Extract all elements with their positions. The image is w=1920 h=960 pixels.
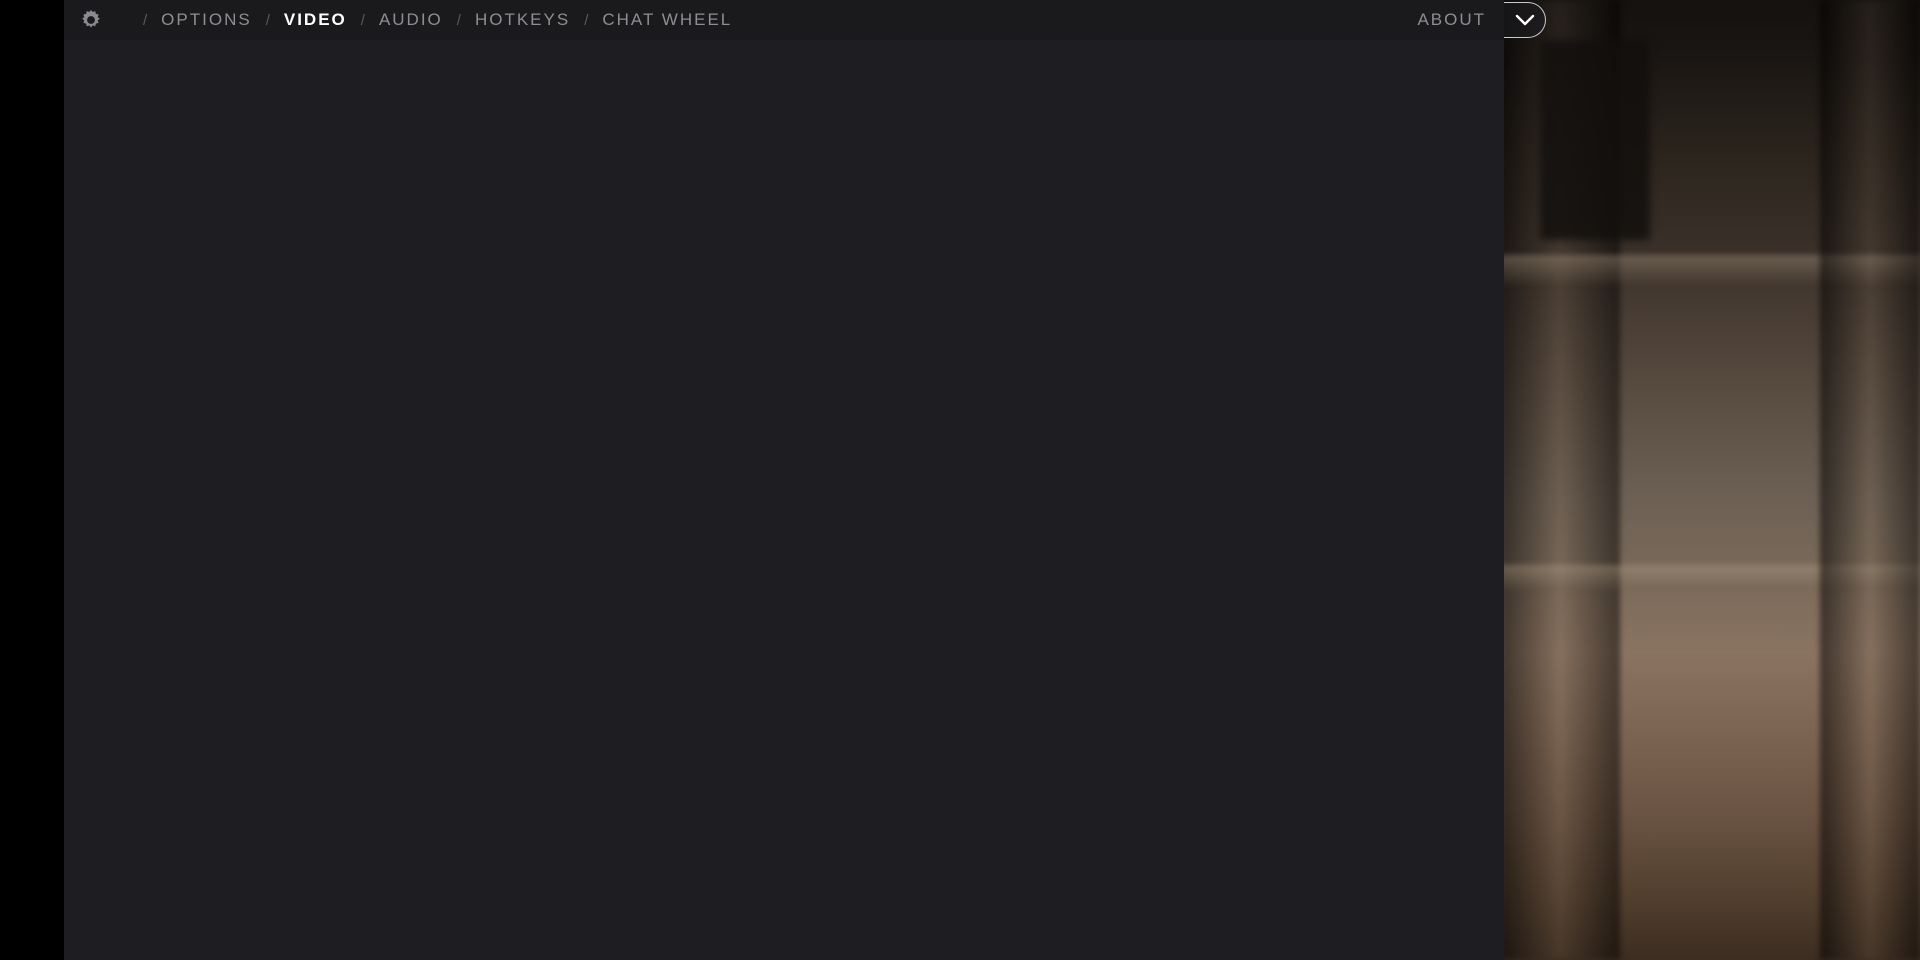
about-section: ABOUT: [1417, 0, 1504, 40]
tab-chat-wheel[interactable]: CHAT WHEEL: [599, 6, 735, 34]
left-letterbox: [0, 0, 64, 960]
nav-separator-2: /: [360, 11, 365, 29]
gear-icon[interactable]: [64, 0, 118, 40]
tab-hotkeys[interactable]: HOTKEYS: [472, 6, 573, 34]
tab-audio[interactable]: AUDIO: [376, 6, 446, 34]
nav-separator-1: /: [265, 11, 270, 29]
tab-video[interactable]: VIDEO: [281, 6, 350, 34]
nav-separator-4: /: [584, 11, 589, 29]
nav-separator-3: /: [456, 11, 461, 29]
settings-screen: / OPTIONS / VIDEO / AUDIO / HOTKEYS / CH…: [0, 0, 1920, 960]
tab-options[interactable]: OPTIONS: [158, 6, 255, 34]
nav-separator-0: /: [143, 11, 148, 29]
settings-panel: [64, 0, 1504, 960]
collapse-panel-button[interactable]: [1504, 2, 1546, 38]
nav-items: / OPTIONS / VIDEO / AUDIO / HOTKEYS / CH…: [118, 0, 1417, 40]
about-link[interactable]: ABOUT: [1417, 10, 1486, 30]
top-navigation-bar: / OPTIONS / VIDEO / AUDIO / HOTKEYS / CH…: [64, 0, 1504, 40]
chevron-down-icon: [1515, 14, 1534, 26]
